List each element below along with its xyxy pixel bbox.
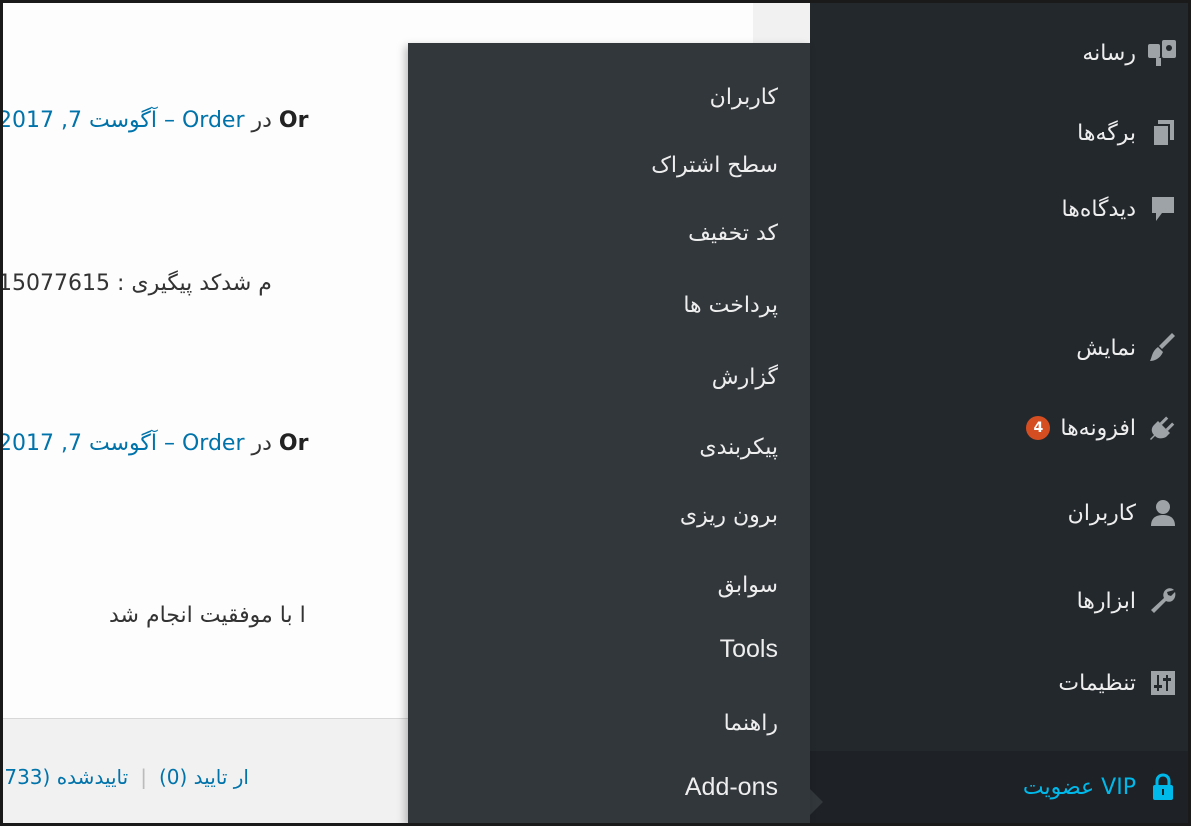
menu-plugins[interactable]: افزونه‌ها 4: [1026, 408, 1182, 448]
menu-media[interactable]: رسانه: [1082, 33, 1182, 73]
plugins-icon: [1144, 413, 1182, 443]
comment-status-links: ار تایید (0) | تاییدشده (733,: [3, 765, 249, 789]
media-icon: [1144, 38, 1182, 68]
menu-label: برگه‌ها: [1077, 120, 1136, 146]
tracking-text: م شدکد پیگیری : 15077615: [3, 271, 272, 296]
submenu-item[interactable]: برون ریزی: [680, 503, 778, 528]
submenu-item[interactable]: Add-ons: [685, 773, 778, 802]
menu-users[interactable]: کاربران: [1068, 493, 1182, 533]
in-label: در: [244, 431, 279, 456]
appearance-icon: [1144, 333, 1182, 363]
submenu-item[interactable]: پیکربندی: [699, 435, 778, 460]
menu-label: افزونه‌ها: [1060, 415, 1136, 441]
in-label: در: [244, 108, 279, 133]
menu-label: عضویت VIP: [1022, 774, 1136, 800]
order-link[interactable]: Order – آگوست 7, 2017: [3, 431, 245, 456]
menu-label: رسانه: [1082, 40, 1136, 66]
current-menu-arrow: [810, 789, 823, 815]
tools-icon: [1144, 586, 1182, 616]
submenu-item[interactable]: کد تخفیف: [688, 221, 778, 246]
pages-icon: [1144, 118, 1182, 148]
lock-icon: [1144, 772, 1182, 802]
menu-label: تنظیمات: [1058, 670, 1136, 696]
approved-link[interactable]: تاییدشده (733,: [3, 765, 128, 789]
menu-vip-membership[interactable]: عضویت VIP: [1023, 767, 1182, 807]
submenu-item[interactable]: کاربران: [710, 85, 778, 110]
submenu-item[interactable]: گزارش: [712, 365, 778, 390]
activity-line: Or در Order – آگوست 7, 2017: [3, 431, 308, 456]
settings-icon: [1144, 670, 1182, 696]
menu-label: دیدگاه‌ها: [1061, 196, 1136, 222]
activity-line: Or در Order – آگوست 7, 2017: [3, 108, 308, 133]
menu-tools[interactable]: ابزارها: [1077, 581, 1182, 621]
menu-label: نمایش: [1076, 335, 1136, 361]
menu-vip-membership-current[interactable]: عضویت VIP: [810, 751, 1188, 823]
menu-pages[interactable]: برگه‌ها: [1077, 113, 1182, 153]
comments-icon: [1144, 194, 1182, 224]
menu-label: ابزارها: [1076, 588, 1136, 614]
order-link[interactable]: Order – آگوست 7, 2017: [3, 108, 245, 133]
admin-sidebar: رسانه برگه‌ها دیدگاه‌ها نمایش افزونه‌ها …: [810, 3, 1188, 823]
pending-link[interactable]: ار تایید (0): [159, 765, 249, 789]
submenu-item[interactable]: Tools: [720, 635, 778, 664]
menu-comments[interactable]: دیدگاه‌ها: [1062, 189, 1182, 229]
update-count-badge: 4: [1026, 416, 1051, 440]
submenu-item[interactable]: سطح اشتراک: [651, 153, 778, 178]
menu-settings[interactable]: تنظیمات: [1058, 663, 1182, 703]
submenu-item[interactable]: پرداخت ها: [683, 293, 778, 318]
submenu-item[interactable]: سوابق: [718, 573, 778, 598]
success-text: ا با موفقیت انجام شد: [109, 603, 306, 628]
order-title[interactable]: Or: [279, 431, 309, 456]
order-title[interactable]: Or: [279, 108, 309, 133]
separator: |: [140, 765, 147, 789]
vip-submenu-flyout: کاربران سطح اشتراک کد تخفیف پرداخت ها گز…: [408, 43, 810, 823]
submenu-item[interactable]: راهنما: [724, 711, 778, 736]
menu-label: کاربران: [1067, 500, 1136, 526]
users-icon: [1144, 498, 1182, 528]
menu-appearance[interactable]: نمایش: [1076, 328, 1182, 368]
